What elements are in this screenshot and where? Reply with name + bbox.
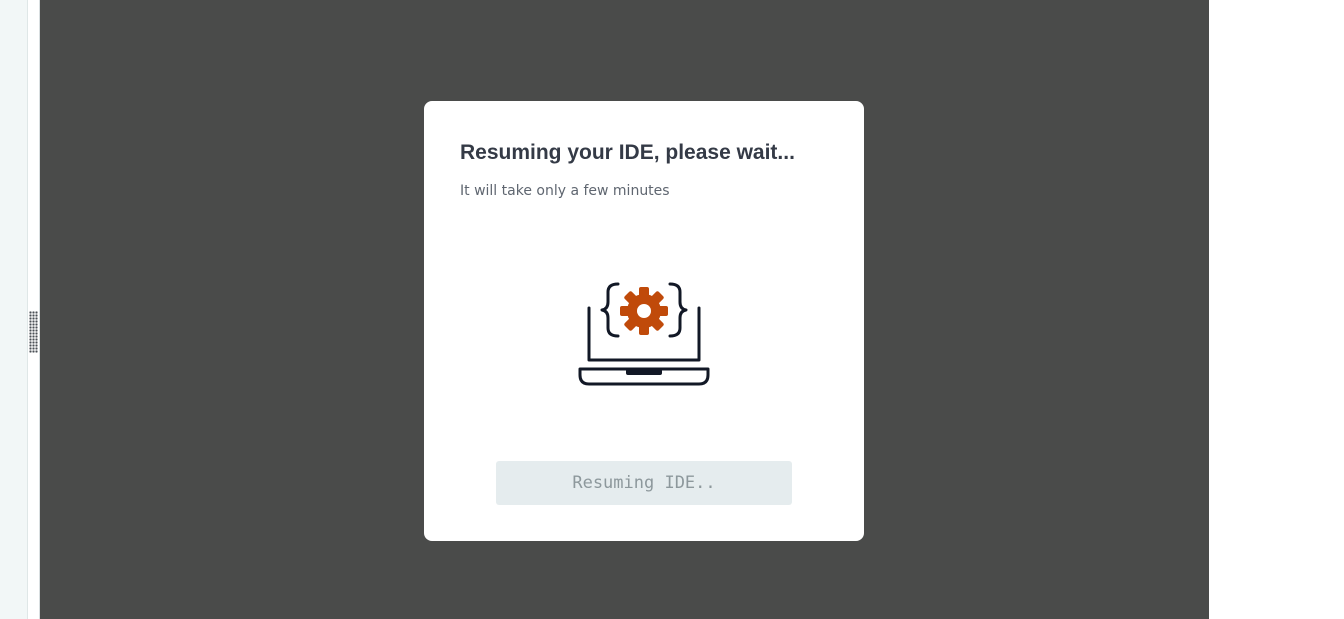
dialog-subtitle: It will take only a few minutes <box>460 183 670 199</box>
left-sidebar-strip <box>0 0 28 619</box>
laptop-code-gear-icon <box>578 282 710 386</box>
resuming-ide-button: Resuming IDE.. <box>496 461 792 505</box>
resume-ide-dialog: Resuming your IDE, please wait... It wil… <box>424 101 864 541</box>
resize-gutter <box>28 0 40 619</box>
dialog-title: Resuming your IDE, please wait... <box>460 141 795 164</box>
resize-handle[interactable] <box>29 311 38 353</box>
right-panel <box>1209 0 1344 619</box>
